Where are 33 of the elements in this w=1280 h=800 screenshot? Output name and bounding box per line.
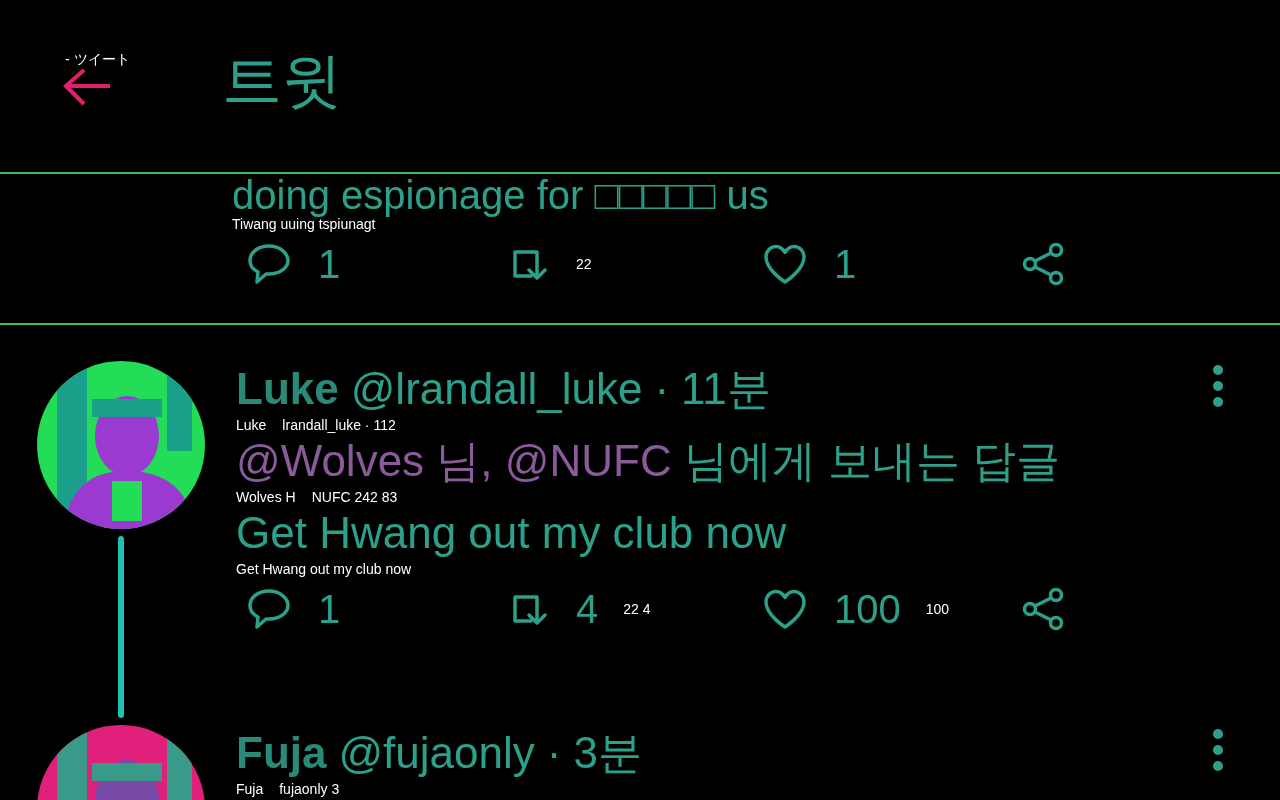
overlay-label: 22 4: [623, 602, 651, 616]
overlay-label: lrandall_luke · 112: [282, 418, 396, 432]
user-name: Luke: [236, 367, 339, 411]
user-name: Fuja: [236, 731, 327, 775]
overlay-label: Wolves H: [236, 490, 296, 504]
action-count: 1: [318, 589, 341, 629]
overlay-label: Tiwang uuing tspiunagt: [232, 217, 376, 231]
tweet-text: doing espionage for □□□□□ us: [232, 173, 769, 217]
overlay-label: Get Hwang out my club now: [236, 562, 412, 576]
overlay-label: fujaonly 3: [279, 782, 340, 796]
user-handle: @fujaonly: [338, 731, 535, 775]
overlay-label: Fuja: [236, 782, 264, 796]
tweet-time: 3분: [573, 731, 642, 775]
overlay-label: 100: [925, 602, 950, 616]
tweet-time: 11분: [681, 367, 771, 411]
more-options-icon[interactable]: [1213, 365, 1223, 407]
overlay-label: 22: [576, 257, 592, 271]
overlay-label: NUFC 242 83: [311, 490, 398, 504]
overlay-label: Luke: [236, 418, 267, 432]
action-count: 1: [834, 244, 857, 284]
more-options-icon[interactable]: [1213, 729, 1223, 771]
separator-dot: ·: [654, 367, 670, 411]
mention-link[interactable]: @Wolves 님, @NUFC: [236, 436, 672, 485]
action-count: 100: [834, 589, 901, 629]
overlay-label: - ツイート: [65, 52, 130, 66]
reply-context: @Wolves 님, @NUFC 님에게 보내는 답글: [236, 439, 1061, 483]
page-title: 트윗: [222, 51, 342, 111]
tweet-text: Get Hwang out my club now: [236, 511, 787, 555]
action-count: 1: [318, 244, 341, 284]
back-arrow-icon[interactable]: [62, 68, 112, 108]
separator-dot: ·: [546, 731, 562, 775]
action-count: 4: [576, 589, 599, 629]
user-handle: @lrandall_luke: [350, 367, 643, 411]
